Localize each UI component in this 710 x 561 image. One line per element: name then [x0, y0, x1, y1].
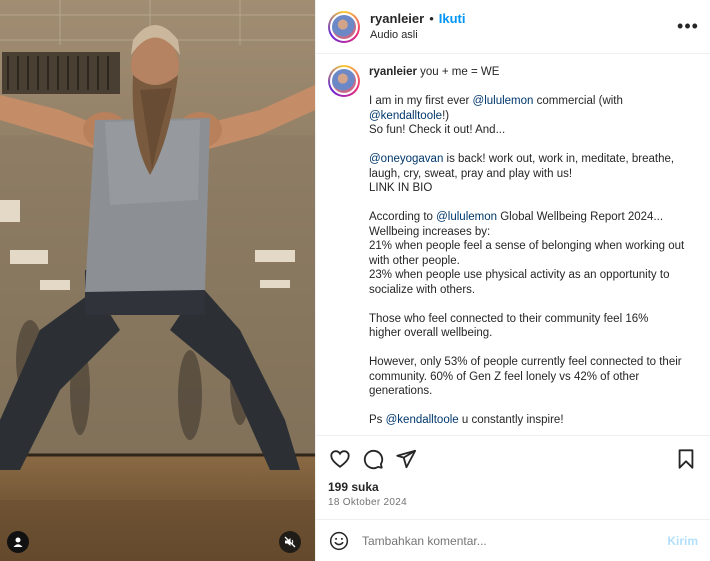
- caption-text-segment: However, only 53% of people currently fe…: [369, 356, 682, 368]
- caption-text-segment: higher overall wellbeing.: [369, 327, 493, 339]
- caption-section: ryanleier you + me = WE I am in my first …: [316, 55, 710, 435]
- caption-text-segment: Wellbeing increases by:: [369, 225, 491, 238]
- caption-line: [369, 196, 698, 211]
- caption-line: According to @lululemon Global Wellbeing…: [369, 210, 698, 225]
- video-frame: [0, 0, 315, 561]
- caption-line: LINK IN BIO: [369, 181, 698, 196]
- caption-text-segment: you + me = WE: [416, 66, 500, 78]
- caption-text-segment: 23% when people use physical activity as…: [369, 269, 670, 281]
- caption-text-segment: socialize with others.: [369, 283, 476, 296]
- caption-text-segment: !): [442, 109, 450, 122]
- post-video[interactable]: [0, 0, 315, 561]
- caption-username-link[interactable]: ryanleier: [369, 66, 417, 78]
- caption-line: Those who feel connected to their commun…: [369, 312, 698, 327]
- caption-line: [369, 399, 698, 414]
- caption-text-segment: u constantly inspire!: [458, 414, 564, 426]
- caption-line: So fun! Check it out! And...: [369, 123, 698, 138]
- tagged-user-icon[interactable]: [7, 531, 29, 553]
- caption-text-segment: Global Wellbeing Report 2024...: [497, 211, 664, 223]
- caption-line: @kendalltoole!): [369, 109, 698, 124]
- mention-link[interactable]: @kendalltoole: [369, 110, 442, 122]
- caption-line: socialize with others.: [369, 283, 698, 298]
- caption-line: with other people.: [369, 254, 698, 269]
- caption-line: However, only 53% of people currently fe…: [369, 355, 698, 370]
- comment-icon[interactable]: [361, 447, 385, 471]
- caption-line: generations.: [369, 384, 698, 399]
- caption-line: @oneyogavan is back! work out, work in, …: [369, 152, 698, 167]
- caption-line: 21% when people feel a sense of belongin…: [369, 239, 698, 254]
- post-date[interactable]: 18 Oktober 2024: [328, 497, 698, 508]
- caption-text: ryanleier you + me = WE I am in my first …: [369, 65, 698, 435]
- caption-text-segment: Ps: [369, 414, 386, 426]
- post-header: ryanleier • Ikuti Audio asli •••: [316, 0, 710, 54]
- heart-icon[interactable]: [328, 447, 352, 471]
- caption-line: I am in my first ever @lululemon commerc…: [369, 94, 698, 109]
- caption-line: [369, 138, 698, 153]
- caption-text-segment: with other people.: [369, 254, 460, 267]
- caption-avatar[interactable]: [328, 65, 360, 97]
- share-icon[interactable]: [394, 447, 418, 471]
- post-actions: 199 suka 18 Oktober 2024: [316, 435, 710, 508]
- follow-button[interactable]: Ikuti: [439, 11, 466, 27]
- caption-line: [369, 297, 698, 312]
- caption-text-segment: Those who feel connected to their commun…: [369, 312, 649, 325]
- caption-text-segment: So fun! Check it out! And...: [369, 124, 506, 136]
- caption-line: [369, 341, 698, 356]
- username-link[interactable]: ryanleier: [370, 11, 424, 27]
- separator-dot: •: [429, 10, 434, 26]
- caption-text-segment: 21% when people feel a sense of belongin…: [369, 240, 685, 252]
- caption-line: Wellbeing increases by:: [369, 225, 698, 240]
- caption-text-segment: LINK IN BIO: [369, 182, 433, 194]
- caption-line: higher overall wellbeing.: [369, 326, 698, 341]
- audio-link[interactable]: Audio asli: [370, 27, 466, 43]
- caption-text-segment: I am in my first ever: [369, 95, 473, 107]
- caption-line: 23% when people use physical activity as…: [369, 268, 698, 283]
- caption-text-segment: According to: [369, 211, 437, 223]
- caption-line: laugh, cry, sweat, pray and play with us…: [369, 167, 698, 182]
- like-count[interactable]: 199 suka: [328, 480, 698, 494]
- audio-muted-icon[interactable]: [279, 531, 301, 553]
- bookmark-icon[interactable]: [674, 447, 698, 471]
- avatar[interactable]: [328, 10, 360, 43]
- caption-text-segment: is back! work out, work in, meditate, br…: [443, 153, 675, 165]
- more-options-icon[interactable]: •••: [677, 16, 698, 36]
- caption-line: [369, 80, 698, 95]
- caption-text-segment: commercial (with: [533, 95, 623, 107]
- caption-text-segment: community. 60% of Gen Z feel lonely vs 4…: [369, 370, 640, 383]
- caption-text-segment: generations.: [369, 385, 433, 397]
- comment-input[interactable]: [362, 533, 668, 548]
- caption-text-segment: laugh, cry, sweat, pray and play with us…: [369, 167, 573, 180]
- mention-link[interactable]: @lululemon: [436, 211, 497, 223]
- post-dialog: ryanleier • Ikuti Audio asli ••• ryanlei…: [0, 0, 710, 561]
- mention-link[interactable]: @kendalltoole: [386, 414, 459, 426]
- emoji-icon[interactable]: [328, 530, 350, 552]
- caption-line: Ps @kendalltoole u constantly inspire!: [369, 413, 698, 428]
- caption-line: ryanleier you + me = WE: [369, 65, 698, 80]
- mention-link[interactable]: @lululemon: [473, 95, 534, 107]
- send-button[interactable]: Kirim: [667, 534, 698, 548]
- comment-bar: Kirim: [316, 519, 710, 561]
- mention-link[interactable]: @oneyogavan: [369, 153, 443, 165]
- post-details-panel: ryanleier • Ikuti Audio asli ••• ryanlei…: [315, 0, 710, 561]
- caption-line: community. 60% of Gen Z feel lonely vs 4…: [369, 370, 698, 385]
